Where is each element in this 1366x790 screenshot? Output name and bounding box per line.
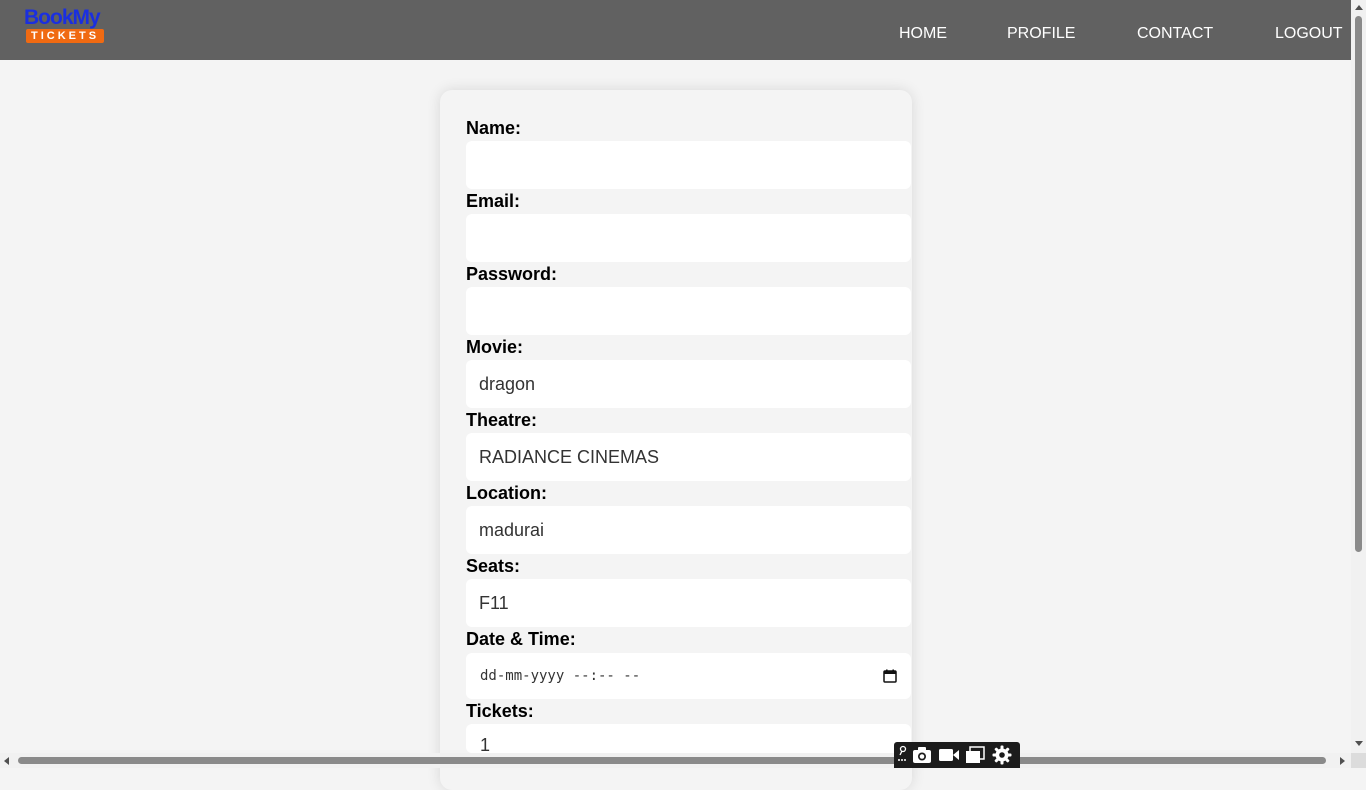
- password-input[interactable]: [466, 287, 911, 335]
- horizontal-scrollbar[interactable]: [0, 753, 1351, 768]
- logo-text-bottom: TICKETS: [26, 29, 104, 43]
- navbar: BookMy TICKETS HOME PROFILE CONTACT LOGO…: [0, 0, 1351, 60]
- logo-text-top: BookMy: [24, 6, 101, 29]
- datetime-placeholder: dd-mm-yyyy --:-- --: [480, 668, 641, 684]
- name-input[interactable]: [466, 141, 911, 189]
- name-label: Name:: [466, 118, 522, 138]
- vertical-scrollbar[interactable]: [1351, 0, 1366, 753]
- email-input[interactable]: [466, 214, 911, 262]
- capture-toolbar: [894, 742, 1020, 768]
- scroll-left-arrow-icon[interactable]: [4, 757, 9, 765]
- seats-input[interactable]: [466, 579, 911, 627]
- window-icon[interactable]: [965, 746, 985, 764]
- calendar-icon[interactable]: [883, 669, 897, 683]
- vertical-scroll-thumb[interactable]: [1355, 16, 1362, 552]
- camera-icon[interactable]: [912, 746, 932, 764]
- password-label: Password:: [466, 264, 558, 284]
- gear-icon[interactable]: [992, 745, 1012, 765]
- nav-contact-link[interactable]: CONTACT: [1137, 24, 1213, 44]
- datetime-input[interactable]: dd-mm-yyyy --:-- --: [466, 653, 911, 699]
- location-label: Location:: [466, 483, 547, 503]
- tickets-label: Tickets:: [466, 701, 534, 721]
- pin-icon[interactable]: [897, 745, 909, 763]
- scroll-up-arrow-icon[interactable]: [1355, 5, 1363, 10]
- movie-label: Movie:: [466, 337, 524, 357]
- video-icon[interactable]: [938, 746, 960, 764]
- theatre-label: Theatre:: [466, 410, 538, 430]
- datetime-label: Date & Time:: [466, 629, 576, 649]
- scroll-down-arrow-icon[interactable]: [1355, 741, 1363, 746]
- movie-input[interactable]: [466, 360, 911, 408]
- theatre-input[interactable]: [466, 433, 911, 481]
- seats-label: Seats:: [466, 556, 521, 576]
- nav-home-link[interactable]: HOME: [899, 24, 947, 44]
- scrollbar-corner: [1351, 753, 1366, 768]
- tickets-input[interactable]: [466, 724, 911, 753]
- email-label: Email:: [466, 191, 521, 211]
- nav-logout-link[interactable]: LOGOUT: [1275, 24, 1343, 44]
- location-input[interactable]: [466, 506, 911, 554]
- nav-profile-link[interactable]: PROFILE: [1007, 24, 1075, 44]
- horizontal-scroll-thumb[interactable]: [18, 757, 1326, 764]
- scroll-right-arrow-icon[interactable]: [1340, 757, 1345, 765]
- logo[interactable]: BookMy TICKETS: [24, 6, 104, 46]
